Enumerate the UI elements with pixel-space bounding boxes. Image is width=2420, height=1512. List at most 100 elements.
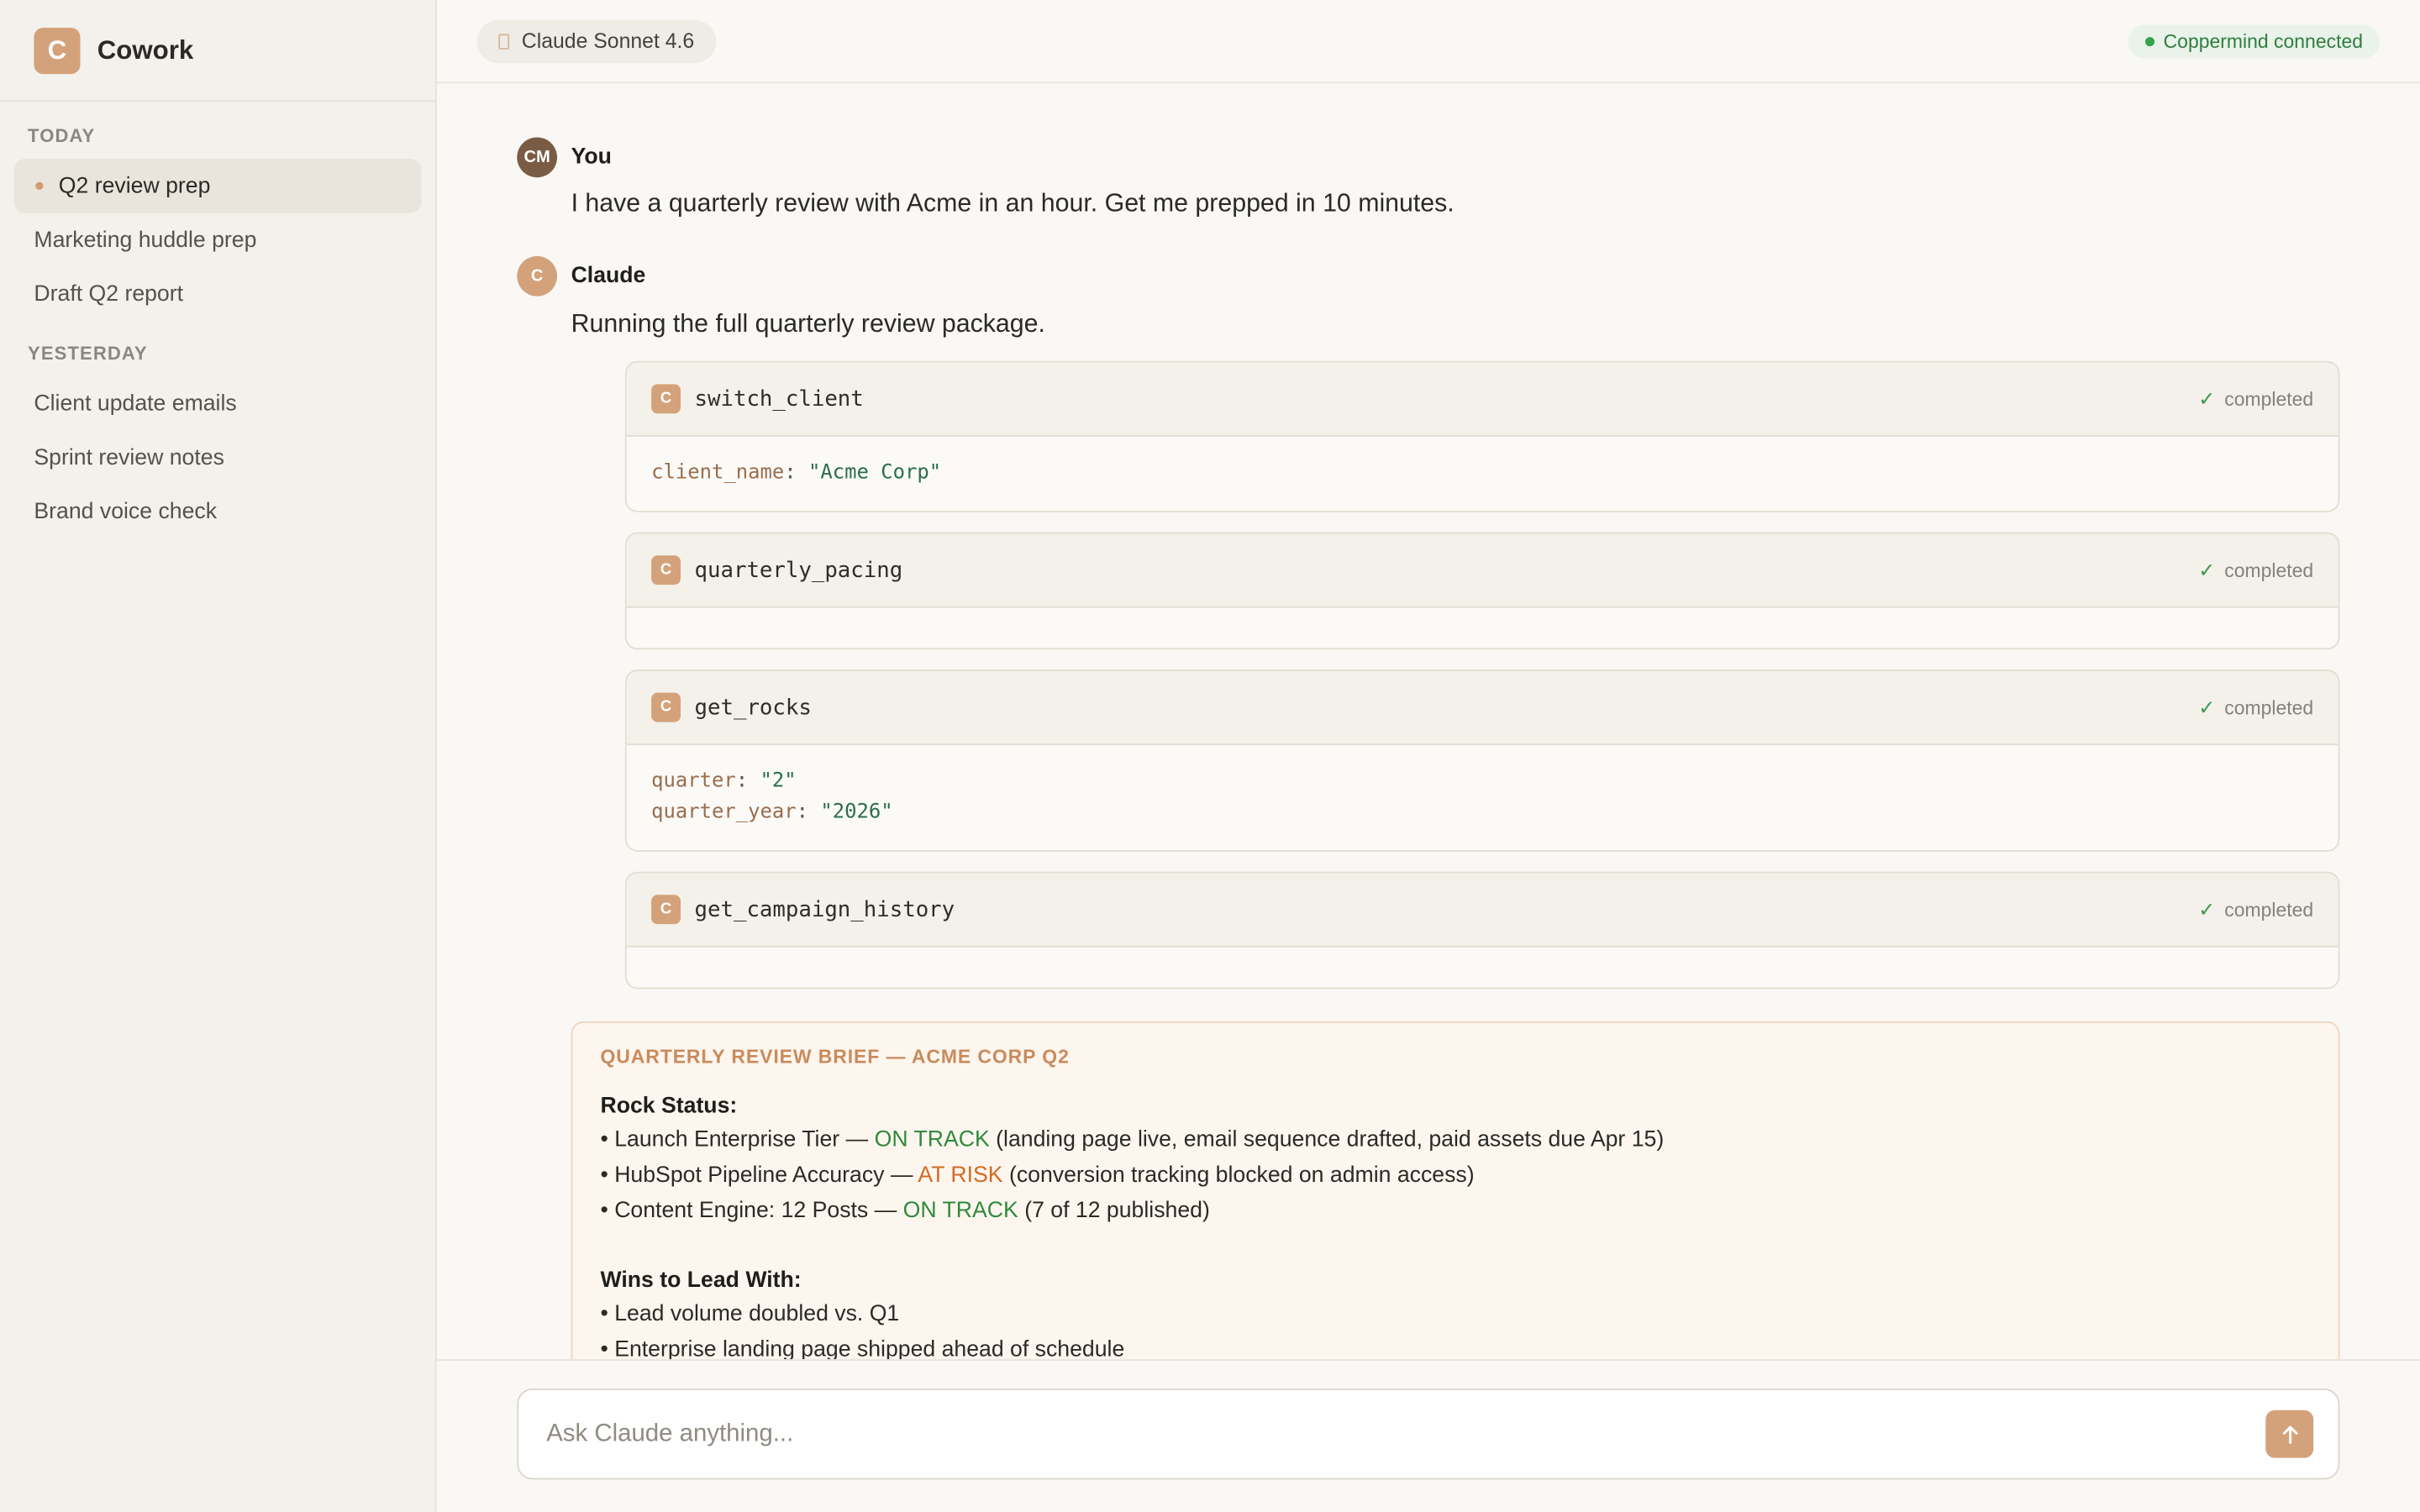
composer-area [436, 1359, 2420, 1512]
rock-item: • Launch Enterprise Tier — ON TRACK (lan… [600, 1123, 2310, 1158]
win-item: • Lead volume doubled vs. Q1 [600, 1302, 900, 1327]
tool-status: ✓ completed [2198, 897, 2313, 921]
model-icon [498, 33, 510, 49]
arg-key: quarter [651, 769, 736, 794]
sidebar-item-sprint-review-notes[interactable]: Sprint review notes [14, 430, 422, 484]
connection-label: Coppermind connected [2163, 29, 2363, 52]
rock-detail: (landing page live, email sequence draft… [989, 1127, 1665, 1153]
claude-message-header: C Claude [517, 255, 2339, 297]
tool-call-header[interactable]: C get_campaign_history ✓ completed [626, 873, 2338, 948]
rock-item: • Content Engine: 12 Posts — ON TRACK (7… [600, 1194, 2310, 1230]
rock-item: • HubSpot Pipeline Accuracy — AT RISK (c… [600, 1158, 2310, 1194]
tool-status-label: completed [2224, 559, 2314, 581]
sidebar-item-client-update-emails[interactable]: Client update emails [14, 376, 422, 430]
tool-call-card[interactable]: C get_campaign_history ✓ completed [624, 871, 2340, 990]
tool-arg: quarter: "2" [651, 769, 797, 794]
send-button[interactable] [2265, 1410, 2314, 1458]
claude-name: Claude [571, 264, 646, 289]
rock-label: • Launch Enterprise Tier — [600, 1127, 875, 1153]
tool-status-label: completed [2224, 387, 2314, 410]
tool-icon: C [651, 692, 681, 722]
sidebar-item-draft-q2-report[interactable]: Draft Q2 report [14, 267, 422, 321]
sidebar-item-marketing-huddle-prep[interactable]: Marketing huddle prep [14, 213, 422, 266]
tool-args [627, 608, 2338, 648]
review-brief-card: QUARTERLY REVIEW BRIEF — ACME CORP Q2 Ro… [571, 1021, 2340, 1392]
tool-status-label: completed [2224, 696, 2314, 718]
status-dot-icon [2144, 36, 2154, 46]
brand: C Cowork [0, 0, 435, 102]
tool-call-card[interactable]: C quarterly_pacing ✓ completed [624, 532, 2340, 650]
tool-name: get_campaign_history [694, 897, 955, 922]
user-avatar: CM [517, 137, 558, 178]
tool-status-label: completed [2224, 898, 2314, 921]
message-input[interactable] [546, 1420, 2266, 1448]
wins-heading: Wins to Lead With: [600, 1268, 802, 1294]
arg-key: quarter_year [651, 801, 797, 824]
section-title-today: TODAY [28, 124, 96, 147]
tool-call-card[interactable]: C switch_client ✓ completed client_name:… [624, 360, 2340, 512]
connection-badge: Coppermind connected [2128, 24, 2381, 58]
rock-status-heading: Rock Status: [600, 1094, 738, 1119]
check-icon: ✓ [2198, 386, 2216, 410]
tool-name: quarterly_pacing [694, 557, 903, 583]
rock-detail: (conversion tracking blocked on admin ac… [1002, 1163, 1475, 1189]
tool-name: get_rocks [694, 695, 812, 720]
sidebar-item-q2-review-prep[interactable]: Q2 review prep [13, 159, 422, 213]
section-title-yesterday: YESTERDAY [28, 342, 148, 365]
app-logo: C [34, 27, 81, 74]
topbar: Claude Sonnet 4.6 Coppermind connected [436, 0, 2420, 84]
tool-call-header[interactable]: C quarterly_pacing ✓ completed [626, 533, 2338, 608]
tool-name: switch_client [694, 386, 864, 412]
tool-icon: C [651, 555, 681, 585]
sidebar-item-label: Marketing huddle prep [34, 227, 257, 253]
rock-detail: (7 of 12 published) [1018, 1199, 1210, 1224]
status-on-track: ON TRACK [874, 1127, 990, 1153]
status-at-risk: AT RISK [918, 1163, 1003, 1189]
tool-icon: C [651, 384, 681, 414]
yesterday-list: Client update emails Sprint review notes… [0, 376, 435, 538]
sidebar-item-brand-voice-check[interactable]: Brand voice check [14, 485, 422, 538]
tool-args: quarter: "2" quarter_year: "2026" [627, 745, 2338, 850]
sidebar: C Cowork TODAY Q2 review prep Marketing … [0, 0, 437, 1512]
tool-icon: C [651, 895, 681, 925]
sidebar-item-label: Sprint review notes [34, 444, 224, 470]
tool-status: ✓ completed [2198, 386, 2313, 411]
arg-key: client_name [651, 461, 785, 485]
brief-title: QUARTERLY REVIEW BRIEF — ACME CORP Q2 [600, 1046, 1070, 1068]
main-panel: Claude Sonnet 4.6 Coppermind connected C… [436, 0, 2420, 1512]
chat-thread: CM You I have a quarterly review with Ac… [517, 83, 2340, 1392]
user-name: You [571, 144, 612, 171]
composer [517, 1389, 2340, 1480]
tool-status: ✓ completed [2198, 558, 2313, 582]
active-dot-icon [35, 181, 44, 190]
arg-value: "2026" [820, 801, 893, 824]
sidebar-item-label: Draft Q2 report [34, 281, 184, 307]
sidebar-item-label: Client update emails [34, 391, 237, 416]
tool-call-card[interactable]: C get_rocks ✓ completed quarter: "2" qua… [624, 669, 2340, 852]
sidebar-item-label: Brand voice check [34, 499, 218, 524]
sidebar-item-label: Q2 review prep [58, 173, 211, 199]
check-icon: ✓ [2198, 557, 2216, 581]
claude-avatar: C [517, 255, 558, 297]
rock-label: • Content Engine: 12 Posts — [600, 1199, 903, 1224]
tool-args [627, 948, 2338, 988]
tool-args: client_name: "Acme Corp" [627, 437, 2338, 511]
user-message-text: I have a quarterly review with Acme in a… [571, 189, 1455, 218]
status-on-track: ON TRACK [902, 1199, 1018, 1224]
tool-arg: quarter_year: "2026" [651, 801, 893, 824]
user-message-header: CM You [517, 137, 2339, 178]
arg-value: "Acme Corp" [808, 461, 942, 485]
claude-message-text: Running the full quarterly review packag… [571, 310, 1045, 339]
app-name: Cowork [97, 34, 194, 65]
model-name: Claude Sonnet 4.6 [521, 29, 695, 53]
model-selector[interactable]: Claude Sonnet 4.6 [476, 18, 716, 63]
today-list: Q2 review prep Marketing huddle prep Dra… [0, 159, 435, 321]
tool-call-header[interactable]: C switch_client ✓ completed [626, 362, 2338, 437]
tool-call-header[interactable]: C get_rocks ✓ completed [626, 670, 2338, 746]
tool-arg: client_name: "Acme Corp" [651, 461, 942, 485]
rock-label: • HubSpot Pipeline Accuracy — [600, 1163, 918, 1189]
tool-status: ✓ completed [2198, 695, 2313, 719]
arg-value: "2" [760, 769, 797, 794]
arrow-up-icon [2281, 1425, 2297, 1443]
check-icon: ✓ [2198, 897, 2216, 921]
